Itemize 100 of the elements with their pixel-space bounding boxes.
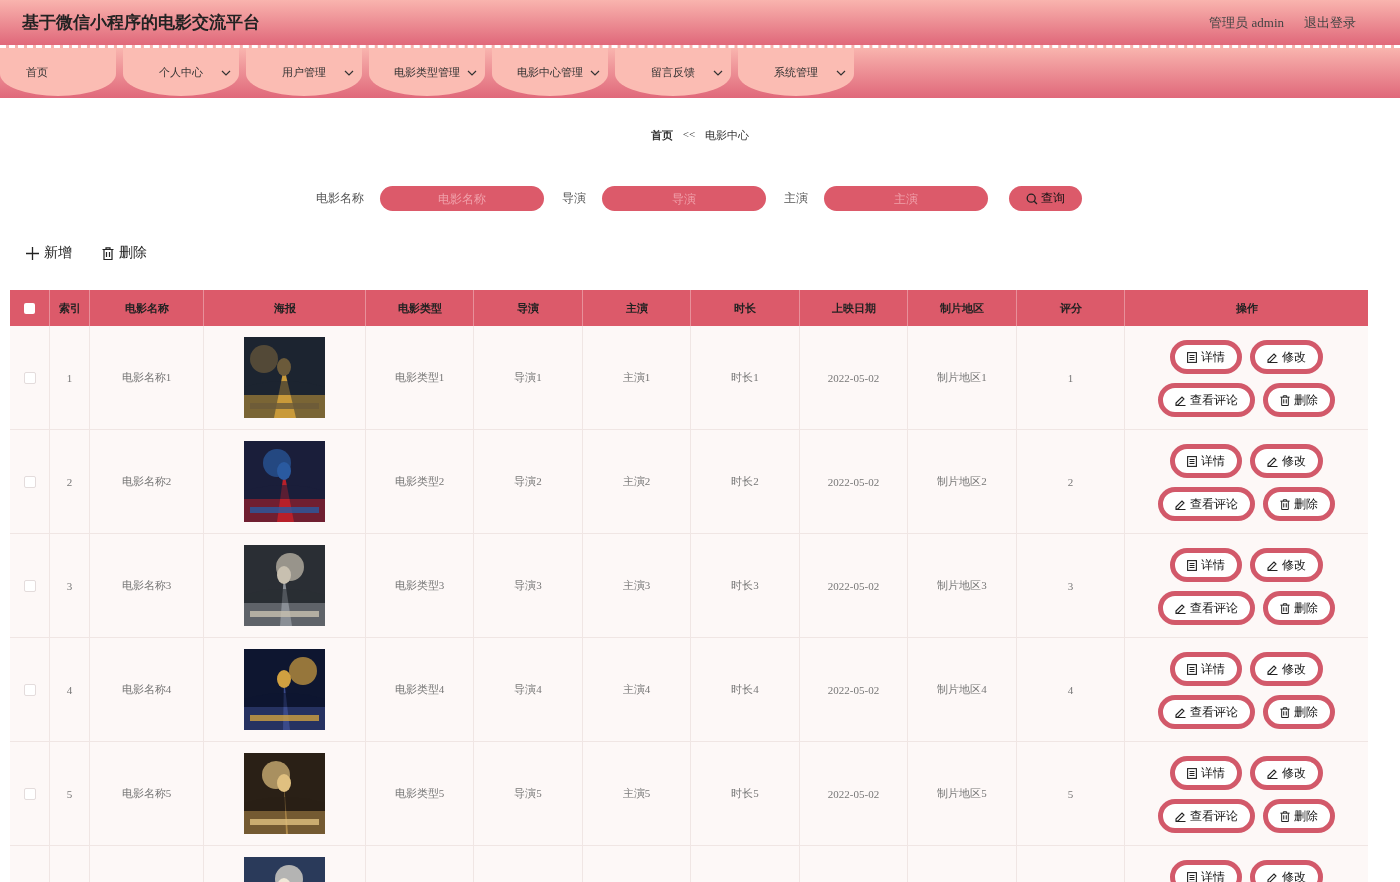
nav-tab[interactable]: 留言反馈 [615, 48, 731, 96]
table-cell: 导演3 [514, 578, 542, 593]
table-cell: 2 [66, 475, 73, 488]
view-comments-button[interactable]: 查看评论 [1158, 487, 1255, 521]
plus-icon [26, 246, 39, 260]
view-comments-button[interactable]: 查看评论 [1158, 383, 1255, 417]
detail-button[interactable]: 详情 [1170, 444, 1242, 478]
pencil-icon [1267, 767, 1278, 779]
table-cell: 时长2 [731, 474, 759, 489]
table-cell: 1 [66, 371, 73, 384]
edit-button[interactable]: 修改 [1250, 548, 1323, 582]
pencil-icon [1175, 498, 1186, 510]
field-label: 导演 [562, 190, 586, 207]
table-cell: 电影名称5 [121, 786, 172, 801]
table-cell: 4 [66, 683, 73, 696]
edit-button[interactable]: 修改 [1250, 340, 1323, 374]
table-cell: 4 [1067, 683, 1074, 696]
breadcrumb-current: 电影中心 [705, 128, 750, 143]
document-icon [1187, 663, 1197, 675]
nav-tab[interactable]: 个人中心 [123, 48, 239, 96]
edit-button[interactable]: 修改 [1250, 756, 1323, 790]
table-cell: 电影类型4 [394, 682, 445, 697]
pencil-icon [1175, 602, 1186, 614]
trash-icon [1280, 394, 1290, 406]
detail-button[interactable]: 详情 [1170, 860, 1242, 882]
table-cell: 5 [66, 787, 73, 800]
nav-tab[interactable]: 系统管理 [738, 48, 854, 96]
table-cell: 电影名称2 [121, 474, 172, 489]
search-field[interactable]: 电影名称 [380, 186, 544, 211]
detail-button[interactable]: 详情 [1170, 548, 1242, 582]
row-checkbox[interactable] [23, 683, 36, 696]
table-cell: 2022-05-02 [827, 371, 880, 384]
detail-button[interactable]: 详情 [1170, 652, 1242, 686]
table-cell: 主演5 [622, 786, 651, 801]
document-icon [1187, 559, 1197, 571]
add-button[interactable]: 新增 [26, 240, 72, 266]
table-cell: 导演5 [514, 786, 542, 801]
table-cell: 导演2 [514, 474, 542, 489]
column-header: 操作 [1234, 300, 1259, 316]
field-label: 主演 [784, 190, 808, 207]
nav-tab[interactable]: 用户管理 [246, 48, 362, 96]
delete-button[interactable]: 删除 [1263, 487, 1335, 521]
table-cell: 电影类型1 [394, 370, 445, 385]
pencil-icon [1267, 455, 1278, 467]
breadcrumb-home[interactable]: 首页 [650, 128, 673, 143]
search-icon [1026, 192, 1038, 205]
delete-button[interactable]: 删除 [1263, 591, 1335, 625]
table-cell: 导演1 [514, 370, 542, 385]
app-title: 基于微信小程序的电影交流平台 [22, 12, 260, 34]
document-icon [1187, 455, 1197, 467]
table-cell: 电影类型5 [394, 786, 445, 801]
search-field[interactable]: 导演 [602, 186, 766, 211]
table-cell: 3 [66, 579, 73, 592]
table-cell: 电影名称1 [121, 370, 172, 385]
row-checkbox[interactable] [23, 579, 36, 592]
trash-icon [1280, 706, 1290, 718]
logout-link[interactable]: 退出登录 [1304, 13, 1356, 32]
select-all-checkbox[interactable] [24, 302, 35, 314]
table-cell: 时长3 [731, 578, 759, 593]
detail-button[interactable]: 详情 [1170, 756, 1242, 790]
view-comments-button[interactable]: 查看评论 [1158, 695, 1255, 729]
trash-icon [102, 246, 114, 260]
delete-button[interactable]: 删除 [1263, 695, 1335, 729]
delete-button[interactable]: 删除 [1263, 799, 1335, 833]
pencil-icon [1267, 559, 1278, 571]
edit-button[interactable]: 修改 [1250, 860, 1323, 882]
table-cell: 主演1 [622, 370, 651, 385]
table-cell: 5 [1067, 787, 1074, 800]
admin-label: 管理员 admin [1209, 13, 1284, 32]
table-cell: 电影名称4 [121, 682, 172, 697]
view-comments-button[interactable]: 查看评论 [1158, 591, 1255, 625]
pencil-icon [1175, 706, 1186, 718]
table-cell: 电影类型3 [394, 578, 445, 593]
document-icon [1187, 351, 1197, 363]
search-field[interactable]: 主演 [824, 186, 988, 211]
delete-button[interactable]: 删除 [102, 240, 147, 266]
view-comments-button[interactable]: 查看评论 [1158, 799, 1255, 833]
row-checkbox[interactable] [23, 371, 36, 384]
nav-tab[interactable]: 首页 [0, 48, 116, 96]
table-cell: 制片地区5 [937, 786, 987, 801]
table-cell: 主演3 [622, 578, 651, 593]
nav-tab[interactable]: 电影类型管理 [369, 48, 485, 96]
table-cell: 主演4 [622, 682, 651, 697]
field-label: 电影名称 [316, 190, 364, 207]
search-button[interactable]: 查询 [1009, 186, 1082, 211]
table-cell: 2022-05-02 [827, 683, 880, 696]
pencil-icon [1267, 871, 1278, 882]
pencil-icon [1267, 663, 1278, 675]
nav-tab[interactable]: 电影中心管理 [492, 48, 608, 96]
row-checkbox[interactable] [23, 475, 36, 488]
delete-button[interactable]: 删除 [1263, 383, 1335, 417]
table-cell: 2 [1067, 475, 1074, 488]
detail-button[interactable]: 详情 [1170, 340, 1242, 374]
row-checkbox[interactable] [23, 787, 36, 800]
trash-icon [1280, 810, 1290, 822]
trash-icon [1280, 498, 1290, 510]
table-cell: 主演2 [622, 474, 651, 489]
pencil-icon [1175, 810, 1186, 822]
edit-button[interactable]: 修改 [1250, 444, 1323, 478]
edit-button[interactable]: 修改 [1250, 652, 1323, 686]
